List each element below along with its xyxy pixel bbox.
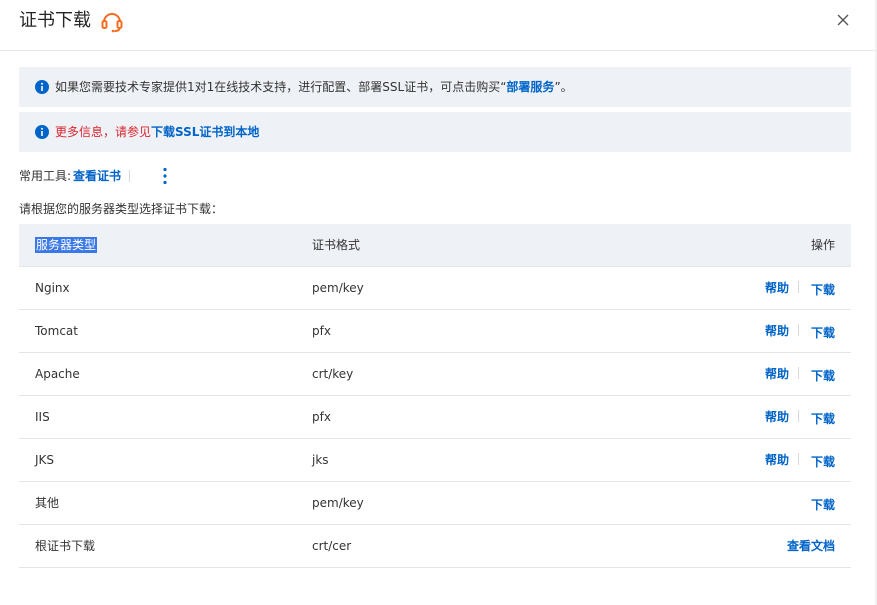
download-link[interactable]: 下载: [811, 412, 835, 426]
table-header: 服务器类型 证书格式 操作: [19, 224, 851, 267]
ops-cell: 帮助 下载: [765, 310, 835, 353]
download-link[interactable]: 下载: [811, 455, 835, 469]
cert-format-cell: pem/key: [312, 496, 364, 510]
deploy-service-link[interactable]: 部署服务: [506, 80, 554, 94]
ops-cell: 查看文档: [787, 525, 835, 568]
tools-label: 常用工具:: [19, 169, 72, 183]
table-row: Apache crt/key 帮助 下载: [19, 353, 851, 396]
table-row: Tomcat pfx 帮助 下载: [19, 310, 851, 353]
download-ssl-doc-link[interactable]: 下载SSL证书到本地: [151, 125, 259, 139]
ops-cell: 帮助 下载: [765, 267, 835, 310]
cert-format-cell: crt/key: [312, 367, 354, 381]
download-link[interactable]: 下载: [811, 326, 835, 340]
common-tools: 常用工具: 查看证书: [19, 166, 167, 186]
table-row: 根证书下载 crt/cer 查看文档: [19, 525, 851, 568]
cert-format-cell: jks: [312, 453, 329, 467]
server-type-cell: JKS: [35, 453, 55, 467]
help-link[interactable]: 帮助: [765, 410, 789, 424]
ops-cell: 帮助 下载: [765, 353, 835, 396]
server-type-cell: Nginx: [35, 281, 70, 295]
table-row: JKS jks 帮助 下载: [19, 439, 851, 482]
cert-format-cell: pfx: [312, 324, 331, 338]
notice-text: 更多信息，请参见: [55, 125, 152, 139]
view-doc-link[interactable]: 查看文档: [787, 539, 835, 553]
ops-cell: 帮助 下载: [765, 396, 835, 439]
dialog-title: 证书下载: [19, 10, 91, 31]
dialog-header: 证书下载: [0, 0, 877, 51]
more-options-icon[interactable]: [157, 166, 173, 186]
divider: [797, 324, 799, 336]
header-ops: 操作: [810, 238, 835, 252]
server-type-cell: 根证书下载: [35, 539, 96, 553]
divider: [129, 170, 131, 182]
header-server-type: 服务器类型: [35, 237, 98, 253]
cert-format-cell: crt/cer: [312, 539, 352, 553]
server-type-table: 服务器类型 证书格式 操作 Nginx pem/key 帮助 下载 Tomcat …: [19, 224, 851, 568]
customer-service-icon[interactable]: [100, 9, 124, 33]
download-link[interactable]: 下载: [811, 498, 835, 512]
help-link[interactable]: 帮助: [765, 324, 789, 338]
cert-format-cell: pfx: [312, 410, 331, 424]
server-type-cell: 其他: [35, 496, 60, 510]
notice-deploy-service: 如果您需要技术专家提供1对1在线技术支持，进行配置、部署SSL证书，可点击购买“…: [19, 67, 851, 107]
notice-tail: ”。: [554, 80, 573, 94]
table-row: IIS pfx 帮助 下载: [19, 396, 851, 439]
ops-cell: 帮助 下载: [765, 439, 835, 482]
info-icon: [35, 125, 49, 139]
ops-cell: 下载: [811, 482, 835, 525]
help-link[interactable]: 帮助: [765, 367, 789, 381]
cert-format-cell: pem/key: [312, 281, 364, 295]
download-link[interactable]: 下载: [811, 369, 835, 383]
server-type-cell: IIS: [35, 410, 50, 424]
table-row: Nginx pem/key 帮助 下载: [19, 267, 851, 310]
close-icon[interactable]: [835, 12, 851, 28]
divider: [797, 453, 799, 465]
table-row: 其他 pem/key 下载: [19, 482, 851, 525]
notice-more-info: 更多信息，请参见下载SSL证书到本地: [19, 112, 851, 152]
help-link[interactable]: 帮助: [765, 281, 789, 295]
server-type-cell: Apache: [35, 367, 80, 381]
download-link[interactable]: 下载: [811, 283, 835, 297]
divider: [797, 367, 799, 379]
help-link[interactable]: 帮助: [765, 453, 789, 467]
server-type-cell: Tomcat: [35, 324, 78, 338]
instruction-text: 请根据您的服务器类型选择证书下载：: [19, 202, 224, 216]
header-cert-format: 证书格式: [312, 238, 361, 252]
divider: [797, 281, 799, 293]
notice-text: 如果您需要技术专家提供1对1在线技术支持，进行配置、部署SSL证书，可点击购买“: [55, 80, 507, 94]
divider: [797, 410, 799, 422]
view-cert-link[interactable]: 查看证书: [73, 169, 121, 183]
info-icon: [35, 80, 49, 94]
